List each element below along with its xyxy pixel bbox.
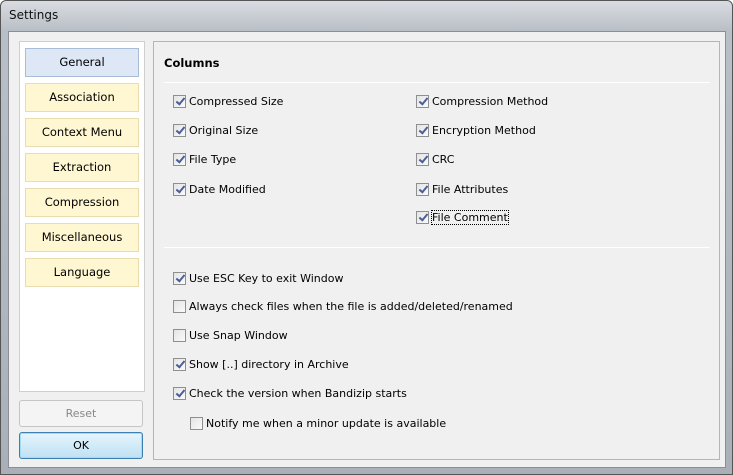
checkbox-icon [173, 183, 186, 196]
date-modified-checkbox[interactable]: Date Modified [173, 183, 266, 196]
checkbox-label: Notify me when a minor update is availab… [206, 417, 447, 430]
checkbox-icon [173, 329, 186, 342]
checkbox-label: CRC [432, 153, 455, 166]
checkbox-label: Always check files when the file is adde… [189, 300, 513, 313]
reset-button[interactable]: Reset [19, 400, 143, 427]
file-attributes-checkbox[interactable]: File Attributes [416, 183, 508, 196]
checkbox-label: File Comment [431, 210, 509, 225]
checkbox-label: Date Modified [189, 183, 266, 196]
crc-checkbox[interactable]: CRC [416, 153, 454, 166]
ok-button[interactable]: OK [19, 432, 143, 459]
checkbox-label: File Type [189, 153, 237, 166]
sidebar-item-miscellaneous[interactable]: Miscellaneous [25, 223, 139, 252]
checkbox-icon [173, 387, 186, 400]
client-area: General Association Context Menu Extract… [8, 31, 726, 468]
sidebar-item-extraction[interactable]: Extraction [25, 153, 139, 182]
checkbox-icon [173, 272, 186, 285]
snap-window-checkbox[interactable]: Use Snap Window [173, 329, 288, 342]
checkbox-icon [416, 95, 429, 108]
checkbox-label: Use ESC Key to exit Window [189, 272, 344, 285]
checkbox-icon [190, 417, 203, 430]
window-title: Settings [9, 8, 59, 22]
compression-method-checkbox[interactable]: Compression Method [416, 95, 548, 108]
esc-key-checkbox[interactable]: Use ESC Key to exit Window [173, 272, 343, 285]
sidebar-item-compression[interactable]: Compression [25, 188, 139, 217]
checkbox-label: Check the version when Bandizip starts [189, 387, 407, 400]
encryption-method-checkbox[interactable]: Encryption Method [416, 124, 536, 137]
checkbox-label: File Attributes [432, 183, 509, 196]
columns-header: Columns [164, 56, 220, 70]
check-version-checkbox[interactable]: Check the version when Bandizip starts [173, 387, 407, 400]
settings-window: Settings General Association Context Men… [0, 0, 733, 475]
sidebar-item-association[interactable]: Association [25, 83, 139, 112]
compressed-size-checkbox[interactable]: Compressed Size [173, 95, 283, 108]
checkbox-icon [173, 153, 186, 166]
notify-minor-update-checkbox[interactable]: Notify me when a minor update is availab… [190, 417, 446, 430]
sidebar-item-context-menu[interactable]: Context Menu [25, 118, 139, 147]
checkbox-label: Encryption Method [432, 124, 536, 137]
always-check-files-checkbox[interactable]: Always check files when the file is adde… [173, 300, 513, 313]
checkbox-icon [416, 124, 429, 137]
checkbox-icon [173, 95, 186, 108]
file-comment-checkbox[interactable]: File Comment [416, 210, 509, 225]
checkbox-label: Show [..] directory in Archive [189, 358, 349, 371]
sidebar: General Association Context Menu Extract… [19, 41, 145, 392]
show-parent-directory-checkbox[interactable]: Show [..] directory in Archive [173, 358, 349, 371]
checkbox-icon [416, 183, 429, 196]
checkbox-icon [416, 153, 429, 166]
checkbox-icon [173, 300, 186, 313]
divider [164, 82, 710, 83]
checkbox-icon [173, 358, 186, 371]
sidebar-item-language[interactable]: Language [25, 258, 139, 287]
checkbox-label: Original Size [189, 124, 259, 137]
file-type-checkbox[interactable]: File Type [173, 153, 236, 166]
checkbox-label: Use Snap Window [189, 329, 288, 342]
checkbox-label: Compressed Size [189, 95, 284, 108]
checkbox-icon [416, 211, 429, 224]
original-size-checkbox[interactable]: Original Size [173, 124, 258, 137]
checkbox-icon [173, 124, 186, 137]
divider [164, 247, 710, 248]
checkbox-label: Compression Method [432, 95, 549, 108]
general-panel: Columns Compressed Size Original Size Fi… [153, 41, 720, 460]
sidebar-item-general[interactable]: General [25, 48, 139, 77]
